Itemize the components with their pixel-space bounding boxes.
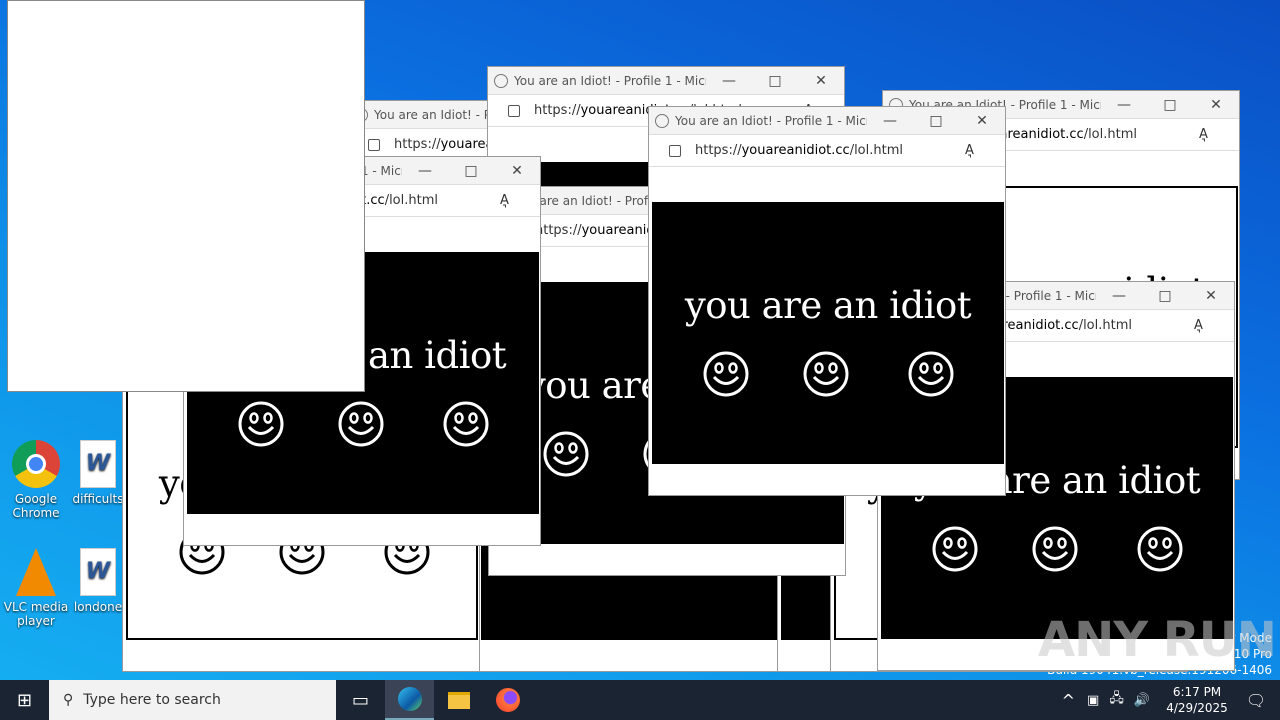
url-path: /lol.html [1083, 127, 1137, 142]
maximize-button[interactable]: □ [913, 113, 959, 129]
desktop-icon-chrome[interactable]: Google Chrome [1, 440, 71, 520]
smiley-icon [337, 400, 385, 448]
search-placeholder: Type here to search [83, 692, 221, 708]
minimize-button[interactable]: — [867, 113, 913, 129]
volume-icon[interactable]: 🔊 [1134, 693, 1150, 708]
desktop-icon-vlc[interactable]: VLC media player [1, 548, 71, 628]
smiley-icon [907, 350, 955, 398]
lock-icon [669, 144, 681, 157]
minimize-button[interactable]: — [1096, 288, 1142, 304]
icon-label: londone [73, 600, 123, 614]
smiley-favicon-icon [655, 113, 669, 128]
smiley-favicon-icon [494, 73, 508, 88]
smiley-icon [1031, 525, 1079, 573]
clock-time: 6:17 PM [1172, 685, 1222, 699]
icon-label: Google Chrome [12, 492, 60, 520]
clock-date: 4/29/2025 [1166, 701, 1228, 715]
title-bar[interactable]: You are an Idiot! - Profile 1 - Micro...… [488, 67, 844, 95]
windows-icon: ⊞ [16, 689, 33, 711]
notifications-icon[interactable]: 🗨 [1232, 691, 1280, 710]
read-aloud-icon[interactable]: A͉ [965, 143, 1005, 158]
taskbar-edge[interactable] [385, 680, 434, 720]
smiley-icon [542, 430, 590, 478]
window-title: You are an Idiot! - Profile 1 - Micro... [675, 113, 867, 128]
idiot-caption: you are an idiot [684, 284, 972, 327]
vlc-icon [16, 548, 56, 596]
smiley-icon [931, 525, 979, 573]
window-title: You are an Idiot! - Profile 1 - Micro... [514, 73, 706, 88]
taskbar: ⊞ ⚲ Type here to search ▭ ^ ▣ 🖧 🔊 6:17 PM… [0, 680, 1280, 720]
close-button[interactable]: ✕ [798, 73, 844, 89]
meet-icon[interactable]: ▣ [1087, 693, 1099, 708]
task-view-button[interactable]: ▭ [336, 680, 385, 720]
icon-label: VLC media player [3, 600, 69, 628]
task-view-icon: ▭ [351, 689, 369, 711]
close-button[interactable]: ✕ [959, 113, 1005, 129]
word-doc-icon: W [80, 548, 116, 596]
close-button[interactable]: ✕ [494, 163, 540, 179]
minimize-button[interactable]: — [402, 163, 448, 179]
show-hidden-icons[interactable]: ^ [1062, 691, 1075, 710]
desktop-icon-difficults[interactable]: W difficults [68, 440, 128, 506]
chrome-icon [12, 440, 60, 488]
smiley-icon [237, 400, 285, 448]
minimize-button[interactable]: — [1101, 97, 1147, 113]
maximize-button[interactable]: □ [752, 73, 798, 89]
smiley-icon [442, 400, 490, 448]
icon-label: difficults [72, 492, 124, 506]
url-scheme: https:// [534, 103, 581, 118]
smiley-icon [802, 350, 850, 398]
url-domain: youareanidiot.cc [741, 143, 850, 158]
maximize-button[interactable]: □ [448, 163, 494, 179]
maximize-button[interactable]: □ [1142, 288, 1188, 304]
close-button[interactable]: ✕ [1193, 97, 1239, 113]
lock-icon [508, 104, 520, 117]
url-scheme: https:// [695, 143, 742, 158]
smiley-icon [1136, 525, 1184, 573]
start-button[interactable]: ⊞ [0, 680, 49, 720]
edge-icon [397, 687, 422, 711]
smiley-icon [702, 350, 750, 398]
close-button[interactable]: ✕ [1188, 288, 1234, 304]
blank-window[interactable] [7, 0, 365, 392]
read-aloud-icon[interactable]: A͉ [500, 193, 540, 208]
title-bar[interactable]: You are an Idiot! - Profile 1 - Micro...… [649, 107, 1005, 135]
clock[interactable]: 6:17 PM 4/29/2025 [1162, 684, 1232, 716]
address-bar[interactable]: https://youareanidiot.cc/lol.html A͉ [649, 135, 1005, 167]
word-doc-icon: W [80, 440, 116, 488]
url-scheme: https:// [394, 137, 441, 152]
folder-icon [447, 691, 470, 709]
taskbar-firefox[interactable] [483, 680, 532, 720]
minimize-button[interactable]: — [706, 73, 752, 89]
url-path: /lol.html [384, 193, 438, 208]
url-path: /lol.html [849, 143, 903, 158]
read-aloud-icon[interactable]: A͉ [1194, 318, 1234, 333]
url-scheme: https:// [535, 223, 582, 238]
read-aloud-icon[interactable]: A͉ [1199, 127, 1239, 142]
anyrun-logo: ANY RUN [1038, 612, 1277, 668]
page-content: you are an idiot [652, 202, 1004, 464]
network-icon[interactable]: 🖧 [1109, 689, 1124, 711]
lock-icon [368, 138, 380, 151]
firefox-icon [495, 688, 520, 712]
url-path: /lol.html [1078, 318, 1132, 333]
browser-popup-window[interactable]: You are an Idiot! - Profile 1 - Micro...… [648, 106, 1006, 496]
search-box[interactable]: ⚲ Type here to search [49, 680, 336, 720]
maximize-button[interactable]: □ [1147, 97, 1193, 113]
desktop-icon-londone[interactable]: W londone [68, 548, 128, 614]
search-icon: ⚲ [63, 692, 74, 708]
taskbar-file-explorer[interactable] [434, 680, 483, 720]
